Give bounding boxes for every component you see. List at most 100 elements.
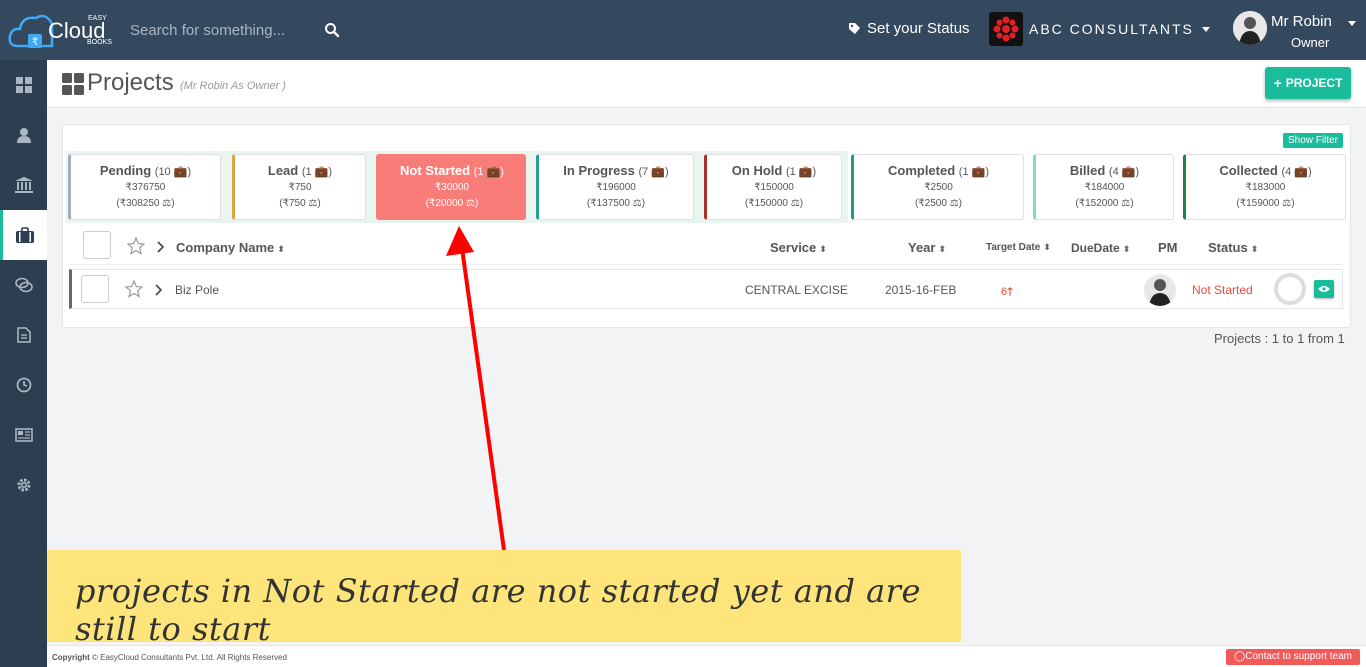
tab-amount: ₹30000 — [434, 182, 470, 193]
svg-text:EASY: EASY — [88, 15, 107, 22]
add-project-button[interactable]: + PROJECT — [1265, 67, 1351, 99]
tab-pending[interactable]: Pending (10 💼) ₹376750 (₹308250 ⚖) — [68, 154, 221, 220]
grid-icon — [62, 73, 84, 95]
tab-label: Completed (1 💼) — [887, 163, 990, 178]
tab-amount: ₹750 — [288, 182, 312, 193]
briefcase-icon: 💼 — [798, 166, 813, 178]
star-icon[interactable] — [127, 237, 145, 255]
tab-balance: (₹150000 ⚖) — [744, 198, 804, 209]
avatar — [1233, 11, 1267, 45]
tab-balance: (₹137500 ⚖) — [586, 198, 646, 209]
column-target-date[interactable]: Target Date ⬍ — [986, 242, 1051, 253]
column-company[interactable]: Company Name ⬍ — [176, 240, 285, 255]
star-icon[interactable] — [125, 280, 143, 298]
sidebar-item-chat[interactable] — [0, 260, 47, 310]
footer: Copyright © EasyCloud Consultants Pvt. L… — [47, 645, 1366, 667]
search-input[interactable] — [130, 18, 310, 42]
column-year[interactable]: Year ⬍ — [908, 240, 946, 255]
sort-icon: ⬍ — [938, 244, 947, 254]
tab-not-started[interactable]: Not Started (1 💼) ₹30000 (₹20000 ⚖) — [376, 154, 526, 220]
tab-balance: (₹20000 ⚖) — [425, 198, 479, 209]
scale-icon: ⚖ — [1121, 198, 1131, 209]
table-header: Company Name ⬍ Service ⬍ Year ⬍ Target Date… — [69, 227, 1343, 265]
column-service[interactable]: Service ⬍ — [770, 240, 827, 255]
contact-support-button[interactable]: ◯Contact to support team — [1226, 649, 1360, 665]
annotation-arrow — [446, 226, 506, 551]
clock-icon — [16, 377, 31, 393]
view-button[interactable] — [1314, 280, 1334, 298]
user-menu[interactable]: Mr Robin Owner — [1233, 11, 1363, 51]
search-icon[interactable] — [324, 22, 340, 38]
tab-in-progress[interactable]: In Progress (7 💼) ₹196000 (₹137500 ⚖) — [536, 154, 694, 220]
tab-label: Collected (4 💼) — [1219, 163, 1312, 178]
briefcase-icon: 💼 — [486, 166, 501, 178]
pagination-info: Projects : 1 to 1 from 1 — [1214, 331, 1345, 346]
tab-on-hold[interactable]: On Hold (1 💼) ₹150000 (₹150000 ⚖) — [704, 154, 842, 220]
tab-amount: ₹196000 — [596, 182, 636, 193]
plus-icon: + — [1273, 75, 1282, 91]
cell-year: 2015-16-FEB — [885, 283, 957, 297]
sidebar-item-documents[interactable] — [0, 310, 47, 360]
tab-label: Lead (1 💼) — [267, 163, 333, 178]
briefcase-icon: 💼 — [314, 166, 329, 178]
row-checkbox[interactable] — [81, 275, 109, 303]
tab-lead[interactable]: Lead (1 💼) ₹750 (₹750 ⚖) — [232, 154, 366, 220]
add-project-label: PROJECT — [1285, 76, 1343, 90]
chevron-right-icon[interactable] — [157, 241, 165, 253]
svg-text:BOOKS: BOOKS — [87, 39, 112, 46]
cell-service: CENTRAL EXCISE — [745, 283, 848, 297]
chat-icon — [14, 277, 33, 293]
pm-avatar[interactable] — [1144, 274, 1176, 306]
briefcase-icon: 💼 — [1121, 166, 1136, 178]
chevron-down-icon — [1348, 21, 1356, 26]
company-logo — [989, 12, 1023, 46]
table-row[interactable]: Biz Pole CENTRAL EXCISE 2015-16-FEB 6🡑 N… — [69, 269, 1343, 309]
copyright: Copyright © EasyCloud Consultants Pvt. L… — [52, 653, 287, 662]
column-due-date[interactable]: DueDate ⬍ — [1071, 241, 1130, 255]
tab-billed[interactable]: Billed (4 💼) ₹184000 (₹152000 ⚖) — [1033, 154, 1174, 220]
user-name: Mr Robin — [1271, 13, 1332, 30]
sort-icon: ⬍ — [1250, 244, 1259, 254]
scale-icon: ⚖ — [632, 198, 642, 209]
tab-collected[interactable]: Collected (4 💼) ₹183000 (₹159000 ⚖) — [1183, 154, 1346, 220]
user-role: Owner — [1291, 35, 1330, 50]
sidebar-item-users[interactable] — [0, 110, 47, 160]
user-icon — [16, 128, 31, 143]
sidebar-item-dashboard[interactable] — [0, 60, 47, 110]
company-selector[interactable]: ABC CONSULTANTS — [989, 12, 1210, 46]
chevron-right-icon[interactable] — [155, 284, 163, 296]
tab-label: Pending (10 💼) — [99, 163, 192, 178]
tab-balance: (₹308250 ⚖) — [116, 198, 175, 209]
app-logo[interactable]: ₹ Cloud EASY BOOKS — [8, 6, 120, 54]
tab-amount: ₹150000 — [754, 182, 794, 193]
sidebar-item-history[interactable] — [0, 360, 47, 410]
column-pm: PM — [1158, 240, 1178, 255]
status-badge: Not Started — [1192, 283, 1253, 297]
cell-company[interactable]: Biz Pole — [175, 283, 219, 297]
sidebar-item-settings[interactable] — [0, 460, 47, 510]
tab-amount: ₹376750 — [125, 182, 166, 193]
sidebar-item-projects[interactable] — [0, 210, 47, 260]
set-status-button[interactable]: Set your Status — [848, 20, 970, 37]
sidebar — [0, 60, 47, 667]
scale-icon: ⚖ — [949, 198, 959, 209]
briefcase-icon: 💼 — [173, 166, 188, 178]
page-title: Projects — [87, 69, 174, 96]
tab-amount: ₹184000 — [1084, 182, 1125, 193]
select-all-checkbox[interactable] — [83, 231, 111, 259]
tab-balance: (₹750 ⚖) — [279, 198, 321, 209]
tab-label: On Hold (1 💼) — [731, 163, 817, 178]
page-header: Projects (Mr Robin As Owner ) + PROJECT — [47, 60, 1366, 108]
tab-label: Not Started (1 💼) — [400, 163, 504, 178]
dashboard-icon — [15, 77, 32, 93]
progress-ring — [1274, 273, 1306, 305]
gear-icon — [17, 478, 30, 492]
tab-completed[interactable]: Completed (1 💼) ₹2500 (₹2500 ⚖) — [851, 154, 1024, 220]
scale-icon: ⚖ — [162, 198, 172, 209]
newspaper-icon — [14, 428, 33, 442]
show-filter-button[interactable]: Show Filter — [1283, 133, 1343, 148]
scale-icon: ⚖ — [790, 198, 800, 209]
sidebar-item-bank[interactable] — [0, 160, 47, 210]
column-status[interactable]: Status ⬍ — [1208, 240, 1258, 255]
sidebar-item-news[interactable] — [0, 410, 47, 460]
